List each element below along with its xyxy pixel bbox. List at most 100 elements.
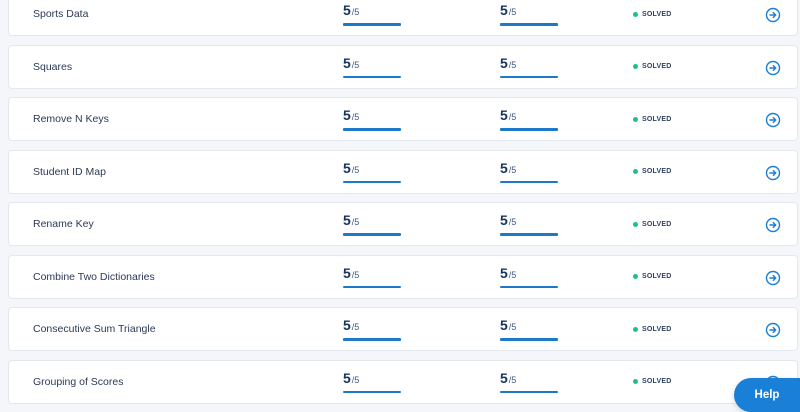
score-value: 5 <box>343 369 351 386</box>
status-dot-icon <box>633 326 638 332</box>
score-progress-bar <box>500 75 558 78</box>
status-label: SOLVED <box>642 220 672 228</box>
score-max: /5 <box>351 322 360 332</box>
score-1: 5/5 <box>343 265 401 288</box>
list-item: Grouping of Scores 5/5 5/5 SOLVED <box>8 359 798 404</box>
status-badge: SOLVED <box>633 308 671 350</box>
score-progress-bar <box>500 338 558 341</box>
score-progress-bar <box>343 233 401 236</box>
exercise-name: Combine Two Dictionaries <box>33 270 155 283</box>
score-max: /5 <box>351 269 360 280</box>
score-progress-bar <box>500 390 558 393</box>
status-label: SOLVED <box>642 325 672 333</box>
arrow-circle-right-icon[interactable] <box>765 165 781 181</box>
arrow-circle-right-icon[interactable] <box>765 217 781 233</box>
score-progress-bar <box>500 23 558 26</box>
status-dot-icon <box>633 221 638 227</box>
score-max: /5 <box>351 59 360 70</box>
score-progress-bar <box>343 338 401 341</box>
status-dot-icon <box>633 116 638 122</box>
score-1: 5/5 <box>343 107 401 131</box>
score-2: 5/5 <box>500 212 558 236</box>
status-dot-icon <box>633 64 638 69</box>
score-progress-bar <box>500 180 558 183</box>
list-item: Squares 5/5 5/5 SOLVED <box>8 44 798 89</box>
score-progress-bar <box>343 285 401 288</box>
list-item: Student ID Map 5/5 5/5 SOLVED <box>8 149 798 194</box>
score-2: 5/5 <box>500 317 558 341</box>
score-max: /5 <box>508 374 517 385</box>
score-progress-bar <box>500 128 558 131</box>
score-max: /5 <box>351 217 360 227</box>
score-max: /5 <box>508 112 517 122</box>
status-dot-icon <box>633 274 638 279</box>
score-1: 5/5 <box>343 369 401 393</box>
arrow-circle-right-icon[interactable] <box>765 270 781 286</box>
status-badge: SOLVED <box>633 98 671 140</box>
score-value: 5 <box>500 107 508 123</box>
score-value: 5 <box>500 264 508 281</box>
score-progress-bar <box>343 23 401 26</box>
score-value: 5 <box>500 54 508 71</box>
score-value: 5 <box>343 212 351 228</box>
list-item: Sports Data 5/5 5/5 SOLVED <box>8 0 798 36</box>
list-item: Consecutive Sum Triangle 5/5 5/5 SOLVED <box>8 307 798 351</box>
score-max: /5 <box>508 164 517 175</box>
score-value: 5 <box>343 317 351 333</box>
exercise-name: Squares <box>33 60 73 73</box>
score-progress-bar <box>500 285 558 288</box>
exercise-name: Student ID Map <box>33 165 106 178</box>
score-progress-bar <box>343 180 401 183</box>
score-max: /5 <box>508 7 517 17</box>
status-badge: SOLVED <box>633 46 671 88</box>
score-value: 5 <box>343 159 351 176</box>
score-1: 5/5 <box>343 317 401 341</box>
score-value: 5 <box>500 369 508 386</box>
score-1: 5/5 <box>343 2 401 26</box>
score-max: /5 <box>351 374 360 385</box>
score-progress-bar <box>343 128 401 131</box>
score-progress-bar <box>343 390 401 393</box>
score-progress-bar <box>343 75 401 78</box>
score-progress-bar <box>500 233 558 236</box>
status-dot-icon <box>633 379 638 384</box>
status-label: SOLVED <box>642 115 672 123</box>
arrow-circle-right-icon[interactable] <box>765 112 781 128</box>
score-2: 5/5 <box>500 264 558 288</box>
score-max: /5 <box>508 269 517 280</box>
score-max: /5 <box>351 7 360 17</box>
list-item: Combine Two Dictionaries 5/5 5/5 SOLVED <box>8 254 798 299</box>
exercise-name: Remove N Keys <box>33 113 109 125</box>
score-1: 5/5 <box>343 212 401 236</box>
status-badge: SOLVED <box>633 203 671 245</box>
status-label: SOLVED <box>642 10 672 18</box>
exercise-name: Rename Key <box>33 218 94 230</box>
status-badge: SOLVED <box>633 0 671 35</box>
status-badge: SOLVED <box>633 151 671 193</box>
arrow-circle-right-icon[interactable] <box>765 7 781 23</box>
score-1: 5/5 <box>343 159 401 183</box>
exercise-name: Grouping of Scores <box>33 375 124 388</box>
exercise-name: Consecutive Sum Triangle <box>33 323 156 335</box>
exercise-name: Sports Data <box>33 8 89 20</box>
status-badge: SOLVED <box>633 256 671 298</box>
list-item: Rename Key 5/5 5/5 SOLVED <box>8 202 798 246</box>
score-max: /5 <box>508 322 517 332</box>
score-value: 5 <box>500 2 508 18</box>
list-item: Remove N Keys 5/5 5/5 SOLVED <box>8 97 798 141</box>
help-button[interactable]: Help <box>734 378 800 412</box>
score-2: 5/5 <box>500 160 558 183</box>
score-max: /5 <box>351 112 360 122</box>
score-value: 5 <box>343 107 351 123</box>
score-2: 5/5 <box>500 107 558 131</box>
score-max: /5 <box>508 59 517 70</box>
exercise-list: Sports Data 5/5 5/5 SOLVED Squares 5/5 5… <box>8 0 798 412</box>
score-2: 5/5 <box>500 54 558 78</box>
score-1: 5/5 <box>343 55 401 78</box>
arrow-circle-right-icon[interactable] <box>765 60 781 76</box>
score-value: 5 <box>343 2 351 18</box>
status-label: SOLVED <box>642 63 672 70</box>
score-2: 5/5 <box>500 369 558 393</box>
score-max: /5 <box>508 217 517 227</box>
arrow-circle-right-icon[interactable] <box>765 322 781 338</box>
